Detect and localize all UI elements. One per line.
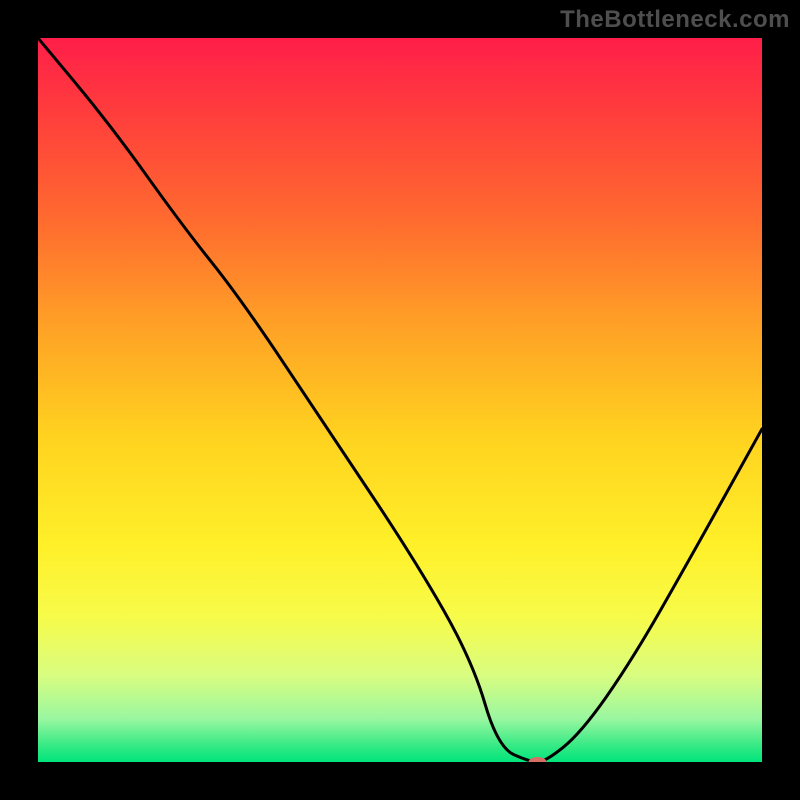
chart-container: TheBottleneck.com (0, 0, 800, 800)
plot-area (38, 38, 762, 762)
gradient-background (38, 38, 762, 762)
bottleneck-plot (38, 38, 762, 762)
watermark-text: TheBottleneck.com (560, 6, 790, 34)
